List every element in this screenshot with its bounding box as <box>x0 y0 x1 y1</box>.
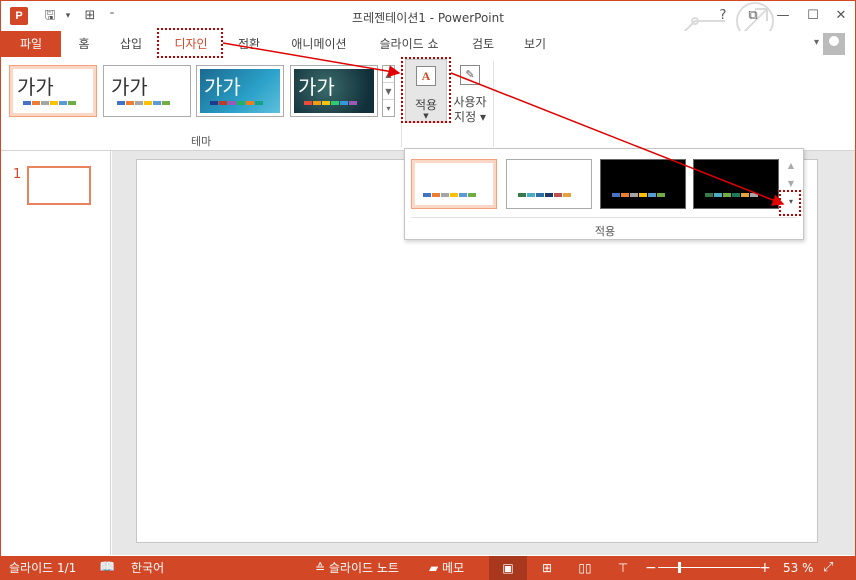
zoom-level[interactable]: 53 % <box>783 556 814 580</box>
minimize-button[interactable]: — <box>773 7 793 25</box>
ribbon-tabs: 파일 홈 삽입 디자인 전환 애니메이션 슬라이드 쇼 검토 보기 ▾ <box>1 31 855 57</box>
gallery-more-icon[interactable]: ▾ <box>383 100 394 117</box>
theme-preview: 가가 <box>294 69 374 113</box>
chevron-down-icon[interactable]: ▾ <box>814 37 819 48</box>
tab-file[interactable]: 파일 <box>1 31 61 57</box>
fit-to-window-icon[interactable]: ⤢ <box>823 556 833 580</box>
tab-animations[interactable]: 애니메이션 <box>281 31 357 57</box>
theme-ion[interactable]: 가가 <box>290 65 378 117</box>
apply-label: 적용 <box>414 98 438 112</box>
color-swatches <box>612 193 666 197</box>
theme-preview <box>604 163 682 205</box>
tab-insert[interactable]: 삽입 <box>111 31 151 57</box>
apply-button[interactable]: A 적용 ▼ <box>405 59 447 123</box>
normal-view-icon[interactable]: ▣ <box>489 556 527 580</box>
tab-review[interactable]: 검토 <box>463 31 503 57</box>
dropdown-more-icon[interactable]: ▾ <box>785 193 797 211</box>
dropdown-label: 적용 <box>594 225 616 238</box>
zoom-slider-track[interactable] <box>658 567 760 568</box>
customize-button[interactable]: ✎ 사용자 지정 ▾ <box>451 59 489 124</box>
chevron-down-icon: ▼ <box>423 112 429 120</box>
slideshow-icon[interactable]: ⊤ <box>613 556 633 580</box>
scroll-down-icon[interactable]: ▼ <box>383 83 394 100</box>
customize-theme-icon: ✎ <box>460 65 480 85</box>
zoom-slider-thumb[interactable] <box>678 562 681 573</box>
tab-view[interactable]: 보기 <box>515 31 555 57</box>
help-icon[interactable]: ? <box>713 7 733 25</box>
slide-number: 1 <box>13 167 22 182</box>
color-swatches <box>304 101 358 105</box>
zoom-in-icon[interactable]: + <box>759 556 771 580</box>
theme-office[interactable]: 가가 <box>9 65 97 117</box>
language-indicator[interactable]: 한국어 <box>131 556 164 580</box>
color-swatches <box>210 101 264 105</box>
slide-counter: 슬라이드 1/1 <box>9 561 77 575</box>
slide-thumbnails-pane: 1 <box>1 151 111 555</box>
tab-slideshow[interactable]: 슬라이드 쇼 <box>369 31 449 57</box>
scroll-down-icon[interactable]: ▼ <box>785 175 797 193</box>
dropdown-scroll[interactable]: ▲ ▼ ▾ <box>785 157 797 213</box>
theme-preview <box>415 163 493 205</box>
theme-facet[interactable]: 가가 <box>196 65 284 117</box>
apply-dropdown-panel: ▲ ▼ ▾ 적용 <box>404 148 804 240</box>
themes-group-label: 테마 <box>191 135 212 148</box>
slide-thumbnail[interactable] <box>27 166 91 205</box>
dropdown-theme-option[interactable] <box>600 159 686 209</box>
theme-sample-text: 가가 <box>111 75 148 99</box>
apply-theme-icon: A <box>416 66 436 86</box>
theme-gallery-scroll[interactable]: ▲ ▼ ▾ <box>382 65 395 117</box>
notes-button[interactable]: ≙ 슬라이드 노트 <box>315 556 399 580</box>
ribbon-display-options-icon[interactable]: ⧉ <box>743 7 763 25</box>
theme-sample-text: 가가 <box>204 75 241 99</box>
theme-preview <box>510 163 588 205</box>
theme-sample-text: 가가 <box>298 75 335 99</box>
theme-preview: 가가 <box>107 69 187 113</box>
dropdown-theme-option[interactable] <box>411 159 497 209</box>
scroll-up-icon[interactable]: ▲ <box>383 66 394 83</box>
close-button[interactable]: ✕ <box>831 7 851 25</box>
user-avatar-icon[interactable] <box>823 33 845 55</box>
status-bar: 슬라이드 1/1 📖 한국어 ≙ 슬라이드 노트 ▰ 메모 ▣ ⊞ ▯▯ ⊤ −… <box>1 556 855 580</box>
dropdown-theme-option[interactable] <box>506 159 592 209</box>
customize-label: 사용자 지정 ▾ <box>453 95 487 124</box>
zoom-out-icon[interactable]: − <box>645 556 657 580</box>
reading-view-icon[interactable]: ▯▯ <box>575 556 595 580</box>
theme-preview: 가가 <box>200 69 280 113</box>
color-swatches <box>117 101 171 105</box>
color-swatches <box>423 193 477 197</box>
color-swatches <box>23 101 77 105</box>
theme-preview: 가가 <box>13 69 93 113</box>
color-swatches <box>518 193 572 197</box>
dropdown-theme-option[interactable] <box>693 159 779 209</box>
divider <box>411 217 797 218</box>
group-divider <box>401 61 402 147</box>
tab-transitions[interactable]: 전환 <box>229 31 269 57</box>
spelling-check-icon[interactable]: 📖 <box>99 556 115 580</box>
slide-sorter-icon[interactable]: ⊞ <box>537 556 557 580</box>
title-bar: P 🖫 ▾ ⊞ ⁼ 프레젠테이션1 - PowerPoint ? ⧉ — ☐ ✕ <box>1 1 855 61</box>
theme-preview <box>697 163 775 205</box>
scroll-up-icon[interactable]: ▲ <box>785 157 797 175</box>
maximize-button[interactable]: ☐ <box>803 7 823 25</box>
group-divider <box>493 61 494 147</box>
comments-button[interactable]: ▰ 메모 <box>429 556 464 580</box>
tab-design[interactable]: 디자인 <box>161 31 221 57</box>
theme-sample-text: 가가 <box>17 75 54 99</box>
ribbon-design: 가가 가가 가가 가가 ▲ ▼ ▾ 테마 A 적용 ▼ ✎ 사용자 지정 ▾ <box>1 57 855 151</box>
powerpoint-window: P 🖫 ▾ ⊞ ⁼ 프레젠테이션1 - PowerPoint ? ⧉ — ☐ ✕… <box>0 0 856 580</box>
theme-office2[interactable]: 가가 <box>103 65 191 117</box>
color-swatches <box>705 193 759 197</box>
tab-home[interactable]: 홈 <box>67 31 101 57</box>
